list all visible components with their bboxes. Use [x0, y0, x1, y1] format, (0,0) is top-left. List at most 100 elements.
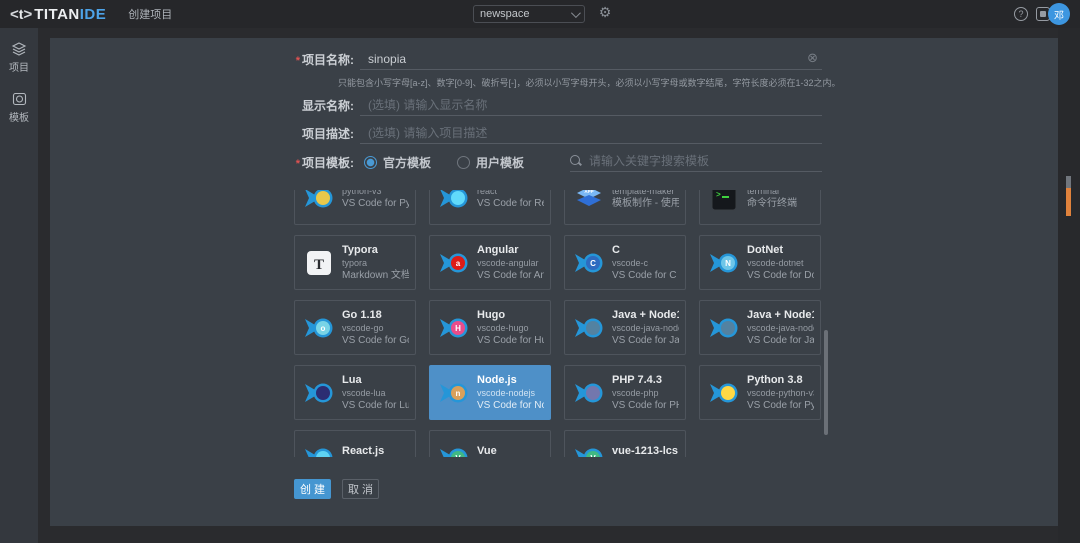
vscode-icon	[438, 190, 470, 212]
template-card[interactable]: V vue-1213-lcs vue-1213-lcs	[564, 430, 686, 457]
template-card[interactable]: n Node.js vscode-nodejs VS Code for Node…	[429, 365, 551, 420]
template-card-icon	[303, 379, 335, 407]
template-search-input[interactable]: 请输入关键字搜索模板	[570, 150, 822, 172]
clear-input-icon[interactable]: ⊗	[807, 52, 818, 65]
template-card-desc: VS Code for Angular	[477, 269, 544, 282]
template-card-title: vue-1213-lcs	[612, 445, 679, 457]
template-card-title: Lua	[342, 374, 409, 387]
svg-text:H: H	[455, 324, 461, 333]
template-card[interactable]: react VS Code for React.js	[429, 190, 551, 225]
projects-stack-icon	[11, 42, 27, 56]
description-label: 项目描述:	[292, 125, 354, 142]
svg-text:>: >	[716, 191, 721, 200]
template-card[interactable]: C C vscode-c VS Code for C	[564, 235, 686, 290]
cancel-button[interactable]: 取消	[342, 479, 379, 499]
template-maker-layers-icon: APP	[573, 190, 605, 212]
sidebar: 项目 模板	[0, 28, 38, 543]
svg-text:o: o	[321, 324, 326, 333]
bottom-chrome	[0, 526, 1080, 543]
template-card-icon: N	[708, 249, 740, 277]
brand-accent: IDE	[80, 6, 107, 23]
project-name-input[interactable]: sinopia ⊗	[360, 48, 822, 70]
vscode-icon: n	[438, 379, 470, 407]
template-card[interactable]: o Go 1.18 vscode-go VS Code for Go 1.18	[294, 300, 416, 355]
create-project-panel: *项目名称: sinopia ⊗ 只能包含小写字母[a-z]、数字[0-9]、破…	[50, 38, 1058, 526]
search-icon	[570, 155, 582, 167]
user-template-radio[interactable]	[457, 156, 470, 169]
page-scrollbar-thumb-orange[interactable]	[1066, 188, 1071, 216]
template-card[interactable]: Java + Node10 vscode-java-node10 VS Code…	[564, 300, 686, 355]
template-card[interactable]: APP template-maker 模板制作 - 使用 Tem...	[564, 190, 686, 225]
sidebar-item-templates[interactable]: 模板	[0, 88, 38, 128]
page-scrollbar-track[interactable]	[1058, 28, 1080, 543]
template-card-desc: VS Code for Python	[342, 197, 409, 210]
template-card-title: C	[612, 244, 679, 257]
workspace-select-value: newspace	[480, 8, 571, 20]
page-scrollbar-thumb-gray[interactable]	[1066, 176, 1071, 188]
logo-bracket-right-icon: >	[23, 6, 32, 23]
template-card-desc: VS Code for Python	[747, 399, 814, 412]
display-name-input[interactable]: (选填) 请输入显示名称	[360, 94, 822, 116]
template-grid-scrollbar[interactable]	[824, 330, 828, 435]
vscode-icon: a	[438, 249, 470, 277]
official-template-label[interactable]: 官方模板	[383, 154, 431, 171]
template-card-desc: VS Code for React.js	[477, 197, 544, 210]
template-card-title: DotNet	[747, 244, 814, 257]
description-input[interactable]: (选填) 请输入项目描述	[360, 122, 822, 144]
vscode-icon	[708, 379, 740, 407]
template-card-desc: VS Code for Java + ...	[747, 334, 814, 347]
template-card[interactable]: T Typora typora Markdown 文档编写...	[294, 235, 416, 290]
template-card-icon: APP	[573, 190, 605, 212]
workspace-select[interactable]: newspace	[473, 5, 585, 23]
user-template-label[interactable]: 用户模板	[476, 154, 524, 171]
sidebar-item-label: 模板	[9, 109, 29, 124]
template-card[interactable]: > terminal 命令行终端	[699, 190, 821, 225]
template-card-desc: VS Code for Lua	[342, 399, 409, 412]
vscode-icon: V	[573, 444, 605, 458]
template-card-icon: T	[303, 249, 335, 277]
official-template-radio[interactable]	[364, 156, 377, 169]
help-icon[interactable]: ?	[1014, 7, 1028, 21]
template-card[interactable]: python-v3 VS Code for Python	[294, 190, 416, 225]
brand-primary: TITAN	[34, 6, 80, 23]
template-card[interactable]: Lua vscode-lua VS Code for Lua	[294, 365, 416, 420]
template-card[interactable]: V Vue vscode-vue	[429, 430, 551, 457]
template-card-desc: 模板制作 - 使用 Tem...	[612, 197, 679, 210]
template-card[interactable]: React.js vscode-react	[294, 430, 416, 457]
settings-gear-icon[interactable]: ⚙	[596, 4, 614, 22]
required-asterisk: *	[296, 158, 300, 170]
template-card[interactable]: Java + Node16 vscode-java-node16 VS Code…	[699, 300, 821, 355]
templates-icon	[12, 92, 27, 106]
template-card-icon	[438, 190, 470, 212]
template-card-desc: VS Code for DotNet	[747, 269, 814, 282]
template-card-desc: VS Code for Hugo	[477, 334, 544, 347]
page-title: 创建项目	[128, 6, 172, 22]
template-card[interactable]: Python 3.8 vscode-python-v3 VS Code for …	[699, 365, 821, 420]
template-card-title: Angular	[477, 244, 544, 257]
terminal-icon: >	[708, 190, 740, 212]
template-card[interactable]: PHP 7.4.3 vscode-php VS Code for PHP	[564, 365, 686, 420]
template-card-icon: V	[438, 444, 470, 458]
project-name-label: *项目名称:	[292, 51, 354, 68]
template-type-label: *项目模板:	[292, 154, 354, 171]
vscode-icon	[708, 314, 740, 342]
required-asterisk: *	[296, 55, 300, 67]
template-card-subtitle: terminal	[747, 190, 814, 197]
template-card-desc: VS Code for Java + ...	[612, 334, 679, 347]
sidebar-item-projects[interactable]: 项目	[0, 38, 38, 78]
topbar: <t>TITANIDE 创建项目 newspace ⚙ ? 邓	[0, 0, 1080, 28]
template-card[interactable]: a Angular vscode-angular VS Code for Ang…	[429, 235, 551, 290]
template-card[interactable]: N DotNet vscode-dotnet VS Code for DotNe…	[699, 235, 821, 290]
template-card-icon: o	[303, 314, 335, 342]
template-card[interactable]: H Hugo vscode-hugo VS Code for Hugo	[429, 300, 551, 355]
app-logo[interactable]: <t>TITANIDE	[10, 6, 106, 23]
svg-text:a: a	[456, 259, 461, 268]
project-name-value: sinopia	[360, 52, 807, 66]
template-card-subtitle: template-maker	[612, 190, 679, 197]
user-avatar[interactable]: 邓	[1048, 3, 1070, 25]
vscode-icon	[303, 379, 335, 407]
create-button[interactable]: 创建	[294, 479, 331, 499]
template-card-icon: C	[573, 249, 605, 277]
template-grid: python-v3 VS Code for Python react VS Co…	[294, 190, 828, 457]
svg-text:T: T	[314, 257, 324, 273]
